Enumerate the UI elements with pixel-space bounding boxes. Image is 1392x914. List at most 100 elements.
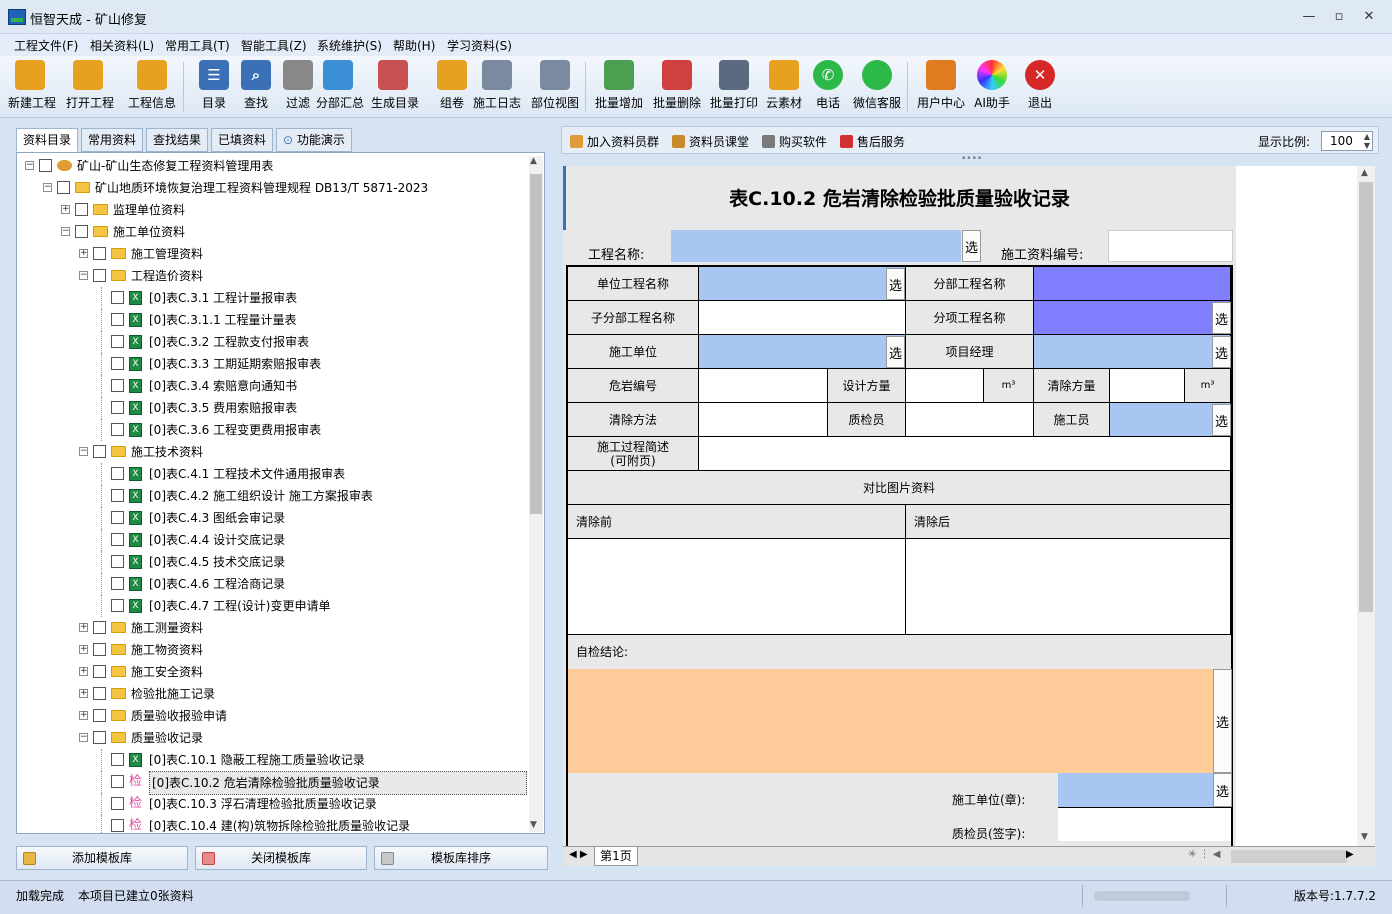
prev-sheet-icon[interactable]: ◀ ▶ <box>569 849 588 860</box>
collapse-icon[interactable]: − <box>43 183 52 192</box>
clear-qty-field[interactable] <box>1110 369 1185 403</box>
tree-checkbox[interactable] <box>39 159 52 172</box>
horizontal-scroll-thumb[interactable] <box>1231 850 1347 863</box>
minimize-button[interactable]: — <box>1298 8 1320 26</box>
tree-checkbox[interactable] <box>57 181 70 194</box>
item-project-select-button[interactable]: 选 <box>1212 302 1231 334</box>
doc-scroll-up-icon[interactable]: ▲ <box>1361 168 1368 178</box>
buy-software-link[interactable]: 购买软件 <box>762 133 827 150</box>
tree-checkbox[interactable] <box>111 335 124 348</box>
list-button[interactable]: ☰ 目录 <box>192 60 236 111</box>
scroll-down-icon[interactable]: ▼ <box>530 820 537 830</box>
zoom-input[interactable]: 100 ▲ ▼ <box>1321 131 1373 151</box>
tree-checkbox[interactable] <box>111 775 124 788</box>
tree-node[interactable]: X [0]表C.4.6 工程洽商记录 <box>17 573 527 595</box>
close-template-button[interactable]: 关闭模板库 <box>195 846 367 870</box>
sub-project-field[interactable] <box>1034 267 1231 301</box>
search-button[interactable]: ⌕ 查找 <box>234 60 278 111</box>
tree-node[interactable]: − 矿山-矿山生态修复工程资料管理用表 <box>17 155 527 177</box>
project-info-button[interactable]: 工程信息 <box>124 60 180 111</box>
tree-checkbox[interactable] <box>93 445 106 458</box>
wechat-button[interactable]: 微信客服 <box>850 60 904 111</box>
tab-demo[interactable]: ⊙ 功能演示 <box>276 128 352 152</box>
tree-node[interactable]: X [0]表C.4.7 工程(设计)变更申请单 <box>17 595 527 617</box>
tree-node[interactable]: 检 [0]表C.10.4 建(构)筑物拆除检验批质量验收记录 <box>17 815 527 833</box>
classroom-link[interactable]: 资料员课堂 <box>672 133 749 150</box>
exit-button[interactable]: ✕ 退出 <box>1018 60 1062 111</box>
tree-checkbox[interactable] <box>111 357 124 370</box>
collapse-icon[interactable]: − <box>61 227 70 236</box>
tree-node[interactable]: X [0]表C.10.1 隐蔽工程施工质量验收记录 <box>17 749 527 771</box>
tree-checkbox[interactable] <box>111 797 124 810</box>
tree-node[interactable]: + 施工管理资料 <box>17 243 527 265</box>
process-desc-field[interactable] <box>699 437 1231 471</box>
tree-checkbox[interactable] <box>93 269 106 282</box>
menu-learning[interactable]: 学习资料(S) <box>447 37 512 54</box>
sort-template-button[interactable]: 模板库排序 <box>374 846 548 870</box>
expand-icon[interactable]: + <box>79 249 88 258</box>
tree-checkbox[interactable] <box>111 379 124 392</box>
batch-add-button[interactable]: 批量增加 <box>592 60 646 111</box>
before-photo-area[interactable] <box>568 539 906 635</box>
tree-node[interactable]: X [0]表C.3.2 工程款支付报审表 <box>17 331 527 353</box>
tree-node[interactable]: + 监理单位资料 <box>17 199 527 221</box>
collapse-icon[interactable]: − <box>79 733 88 742</box>
collapse-icon[interactable]: − <box>25 161 34 170</box>
project-name-select-button[interactable]: 选 <box>962 230 981 262</box>
self-check-field[interactable] <box>568 669 1213 773</box>
tree-checkbox[interactable] <box>111 489 124 502</box>
tree-node[interactable]: X [0]表C.4.1 工程技术文件通用报审表 <box>17 463 527 485</box>
rock-no-field[interactable] <box>699 369 828 403</box>
tree-checkbox[interactable] <box>93 621 106 634</box>
tab-filled[interactable]: 已填资料 <box>211 128 273 152</box>
document-scroll-thumb[interactable] <box>1359 182 1373 612</box>
menu-system[interactable]: 系统维护(S) <box>317 37 382 54</box>
log-button[interactable]: 施工日志 <box>470 60 524 111</box>
tree-node[interactable]: + 施工安全资料 <box>17 661 527 683</box>
tree-node[interactable]: X [0]表C.4.4 设计交底记录 <box>17 529 527 551</box>
tree-checkbox[interactable] <box>93 247 106 260</box>
tree-node[interactable]: X [0]表C.4.3 图纸会审记录 <box>17 507 527 529</box>
print-button[interactable]: 批量打印 <box>707 60 761 111</box>
unit-project-select-button[interactable]: 选 <box>886 268 905 300</box>
tree-checkbox[interactable] <box>75 225 88 238</box>
tree-node[interactable]: + 施工测量资料 <box>17 617 527 639</box>
project-manager-select-button[interactable]: 选 <box>1212 336 1231 368</box>
user-button[interactable]: 用户中心 <box>914 60 968 111</box>
tree-node[interactable]: − 施工单位资料 <box>17 221 527 243</box>
tree-node[interactable]: X [0]表C.3.1.1 工程量计量表 <box>17 309 527 331</box>
menu-common-tools[interactable]: 常用工具(T) <box>165 37 230 54</box>
tree-scroll-thumb[interactable] <box>530 174 542 514</box>
construction-unit-select-button[interactable]: 选 <box>886 336 905 368</box>
expand-icon[interactable]: + <box>79 645 88 654</box>
project-name-field[interactable] <box>671 230 961 262</box>
phone-button[interactable]: ✆ 电话 <box>806 60 850 111</box>
tree-node[interactable]: − 矿山地质环境恢复治理工程资料管理规程 DB13/T 5871-2023 <box>17 177 527 199</box>
tree-node[interactable]: X [0]表C.3.4 索赔意向通知书 <box>17 375 527 397</box>
collapse-icon[interactable]: − <box>79 271 88 280</box>
tree-checkbox[interactable] <box>111 577 124 590</box>
summary-button[interactable]: 分部汇总 <box>316 60 364 111</box>
tree-checkbox[interactable] <box>111 291 124 304</box>
part-view-button[interactable]: 部位视图 <box>528 60 582 111</box>
filter-button[interactable]: 过滤 <box>276 60 320 111</box>
tree-node[interactable]: 检 [0]表C.10.2 危岩清除检验批质量验收记录 <box>17 771 527 795</box>
tree-node[interactable]: − 质量验收记录 <box>17 727 527 749</box>
add-template-button[interactable]: 添加模板库 <box>16 846 188 870</box>
expand-icon[interactable]: + <box>79 623 88 632</box>
tree-checkbox[interactable] <box>111 511 124 524</box>
doc-scroll-down-icon[interactable]: ▼ <box>1361 832 1368 842</box>
tree-checkbox[interactable] <box>111 753 124 766</box>
construction-unit-field[interactable] <box>699 335 906 369</box>
expand-icon[interactable]: + <box>79 667 88 676</box>
tree-node[interactable]: X [0]表C.3.1 工程计量报审表 <box>17 287 527 309</box>
tree-checkbox[interactable] <box>111 555 124 568</box>
tree-checkbox[interactable] <box>93 709 106 722</box>
ai-assistant-button[interactable]: AI助手 <box>970 60 1014 111</box>
tree-node[interactable]: − 工程造价资料 <box>17 265 527 287</box>
item-project-field[interactable] <box>1034 301 1231 335</box>
inspector-field[interactable] <box>906 403 1034 437</box>
tree-checkbox[interactable] <box>93 687 106 700</box>
doc-no-field[interactable] <box>1108 230 1233 262</box>
tree-node[interactable]: X [0]表C.4.5 技术交底记录 <box>17 551 527 573</box>
